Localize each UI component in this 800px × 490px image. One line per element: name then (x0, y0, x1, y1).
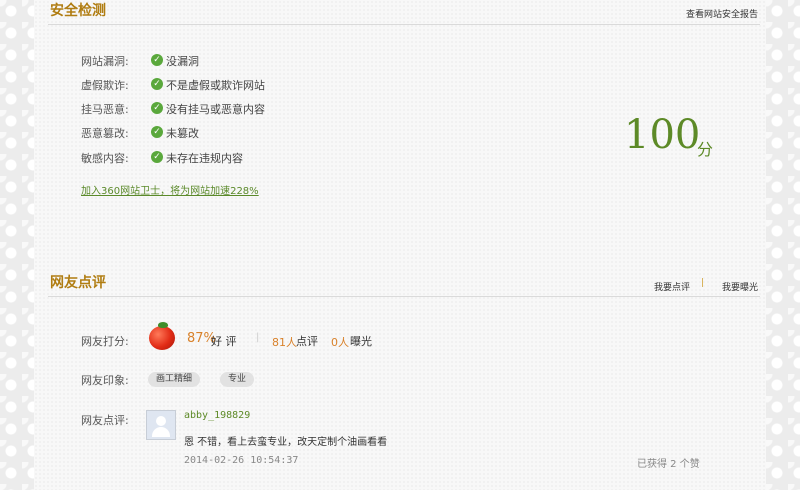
security-item-value: 不是虚假或欺诈网站 (166, 79, 265, 92)
tomato-leaf-icon (158, 322, 168, 328)
tomato-icon (149, 326, 175, 350)
divider: | (256, 332, 260, 343)
expose-link[interactable]: 我要曝光 (722, 280, 758, 293)
security-item-label: 网站漏洞: (81, 55, 129, 68)
security-score-unit: 分 (697, 140, 714, 159)
security-item-label: 挂马恶意: (81, 103, 129, 116)
security-score: 100 (624, 112, 701, 158)
impression-label: 网友印象: (81, 374, 129, 387)
decorative-border-right (766, 0, 800, 490)
check-icon: ✓ (151, 151, 163, 163)
comment-username[interactable]: abby_198829 (184, 410, 250, 421)
check-icon: ✓ (151, 78, 163, 90)
comment-label: 网友点评: (81, 414, 129, 427)
security-item-value: 未篡改 (166, 127, 199, 140)
main-panel: 安全检测 查看网站安全报告 网站漏洞: ✓ 没漏洞 虚假欺诈: ✓ 不是虚假或欺… (34, 0, 766, 490)
avatar[interactable] (146, 410, 176, 440)
write-review-link[interactable]: 我要点评 (654, 280, 690, 293)
check-icon: ✓ (151, 54, 163, 66)
security-section-header: 安全检测 查看网站安全报告 (48, 0, 760, 25)
rating-label: 网友打分: (81, 335, 129, 348)
reviews-title: 网友点评 (50, 275, 106, 291)
promo-link[interactable]: 加入360网站卫士，将为网站加速228% (81, 182, 259, 197)
impression-tag[interactable]: 画工精细 (148, 372, 201, 387)
security-item-label: 恶意篡改: (81, 127, 129, 140)
comment-text: 恩 不错，看上去蛮专业，改天定制个油画看看 (184, 437, 388, 448)
separator: | (700, 278, 704, 288)
impression-tag[interactable]: 专业 (220, 372, 255, 387)
security-item-label: 虚假欺诈: (81, 79, 129, 92)
security-item-label: 敏感内容: (81, 152, 129, 165)
review-count-text: 点评 (296, 335, 318, 348)
security-item-value: 没有挂马或恶意内容 (166, 103, 265, 116)
security-item-value: 未存在违规内容 (166, 152, 243, 165)
comment-likes: 已获得 2 个赞 (637, 459, 700, 470)
security-report-link[interactable]: 查看网站安全报告 (686, 7, 758, 20)
decorative-border-left (0, 0, 34, 490)
rating-text: 好 评 (211, 335, 237, 348)
exposure-count[interactable]: 0人 (331, 334, 349, 350)
check-icon: ✓ (151, 126, 163, 138)
check-icon: ✓ (151, 102, 163, 114)
review-count[interactable]: 81人 (272, 334, 297, 350)
reviews-section-header: 网友点评 我要点评 | 我要曝光 (48, 272, 760, 297)
comment-time: 2014-02-26 10:54:37 (184, 455, 299, 466)
exposure-text: 曝光 (350, 335, 372, 348)
security-item-value: 没漏洞 (166, 55, 199, 68)
security-title: 安全检测 (50, 3, 106, 19)
